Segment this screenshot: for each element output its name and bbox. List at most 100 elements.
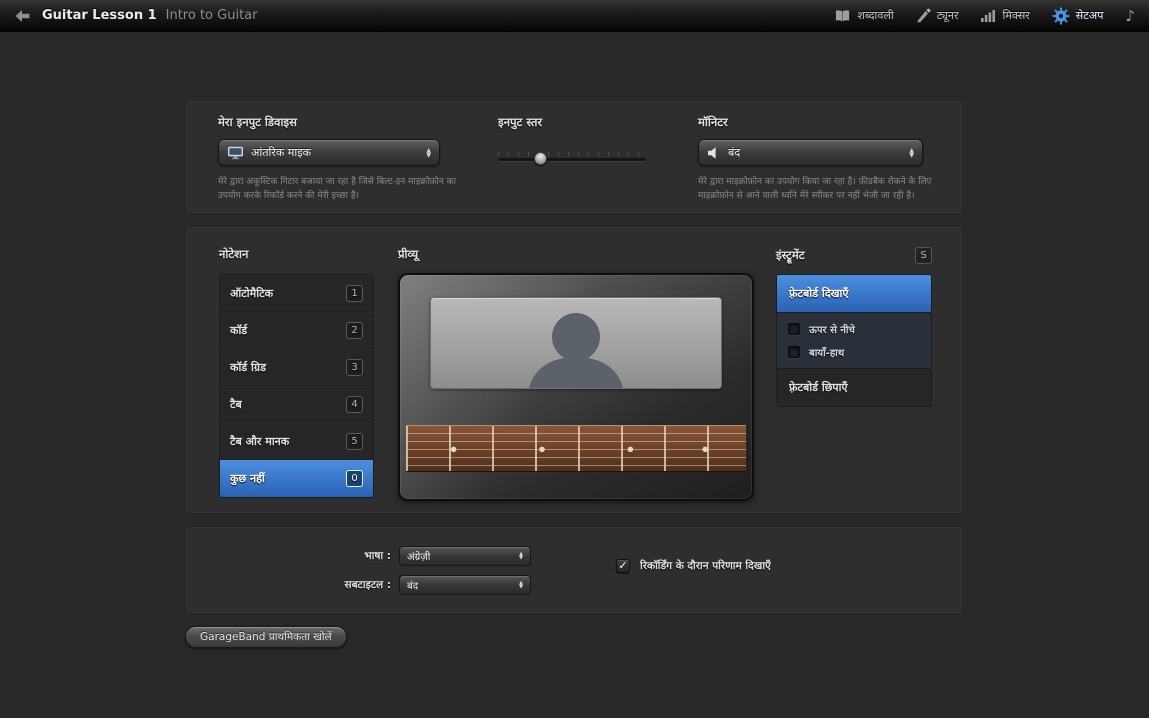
mixer-label: मिक्सर	[1002, 8, 1029, 23]
notation-option-chords[interactable]: कॉर्ड 2	[220, 312, 373, 349]
lesson-preview	[398, 273, 754, 501]
titlebar: Guitar Lesson 1 Intro to Guitar शब्दावली…	[0, 0, 1149, 32]
notation-list: ऑटोमैटिक 1 कॉर्ड 2 कॉर्ड ग्रिड 3 टैब 4 ट…	[219, 274, 374, 498]
fretboard-preview	[406, 425, 746, 472]
tuner-button[interactable]: ट्यूनर	[916, 8, 959, 23]
show-fretboard-label: फ़्रेटबोर्ड दिखाएँ	[789, 286, 849, 301]
slider-thumb[interactable]	[534, 152, 547, 165]
notation-option-tab-standard[interactable]: टैब और मानक 5	[220, 423, 373, 460]
subtitle-label: सबटाइटल :	[246, 578, 391, 592]
show-results-checkbox[interactable]	[616, 559, 630, 573]
input-level-group: इनपुट स्तर	[498, 115, 658, 161]
notation-option-automatic[interactable]: ऑटोमैटिक 1	[220, 275, 373, 312]
media-browser-button[interactable]: ♪	[1125, 7, 1135, 25]
open-preferences-label: GarageBand प्राथमिकता खोलें	[200, 630, 332, 644]
left-handed-option[interactable]: बायाँ-हाथ	[788, 345, 920, 359]
shortcut-key-badge: 5	[346, 433, 363, 450]
instrument-shortcut-badge: S	[915, 247, 932, 264]
glossary-label: शब्दावली	[857, 8, 893, 23]
back-arrow-icon	[14, 9, 32, 23]
fretboard-suboptions: ऊपर से नीचे बायाँ-हाथ	[777, 312, 931, 369]
instrument-options: फ़्रेटबोर्ड दिखाएँ ऊपर से नीचे बायाँ-हाथ…	[776, 274, 932, 407]
instrument-heading: इंस्ट्रूमेंट	[776, 248, 805, 263]
left-handed-label: बायाँ-हाथ	[809, 345, 844, 359]
mixer-button[interactable]: मिक्सर	[980, 8, 1029, 23]
monitor-value: बंद	[728, 145, 740, 160]
gear-icon	[1052, 7, 1070, 25]
notation-option-label: कॉर्ड ग्रिड	[230, 360, 266, 375]
input-device-description: मेरे द्वारा अकूस्टिक गिटार बजाया जा रहा …	[218, 176, 470, 204]
notation-group: नोटेशन ऑटोमैटिक 1 कॉर्ड 2 कॉर्ड ग्रिड 3 …	[219, 247, 374, 498]
input-device-heading: मेरा इनपुट डिवाइस	[218, 115, 470, 130]
lesson-title: Guitar Lesson 1	[42, 8, 157, 23]
glossary-button[interactable]: शब्दावली	[834, 8, 893, 23]
stepper-arrows-icon: ▲▼	[901, 148, 914, 158]
notation-heading: नोटेशन	[219, 247, 374, 262]
back-button[interactable]	[14, 9, 32, 23]
notation-option-none[interactable]: कुछ नहीं 0	[220, 460, 373, 497]
monitor-heading: मॉनिटर	[698, 115, 938, 130]
input-device-group: मेरा इनपुट डिवाइस आंतरिक माइक ▲▼ मेरे द्…	[218, 115, 470, 204]
notation-option-label: ऑटोमैटिक	[230, 286, 273, 301]
preview-heading: प्रीव्यू	[398, 247, 754, 262]
shortcut-key-badge: 2	[346, 322, 363, 339]
stepper-arrows-icon: ▲▼	[511, 581, 523, 590]
guitar-strings	[406, 426, 746, 471]
input-device-value: आंतरिक माइक	[251, 145, 311, 160]
mixer-icon	[980, 9, 996, 23]
show-results-option: रिकॉर्डिंग के दौरान परिणाम दिखाएँ	[616, 559, 771, 573]
notation-option-tab[interactable]: टैब 4	[220, 386, 373, 423]
notation-option-label: कुछ नहीं	[230, 471, 265, 486]
hide-fretboard-button[interactable]: फ़्रेटबोर्ड छिपाएँ	[777, 369, 931, 406]
teacher-video-placeholder	[430, 297, 722, 389]
left-handed-checkbox[interactable]	[788, 346, 800, 358]
setup-button[interactable]: सेटअप	[1052, 7, 1104, 25]
preview-group: प्रीव्यू	[398, 247, 754, 501]
shortcut-key-badge: 3	[346, 359, 363, 376]
show-fretboard-button[interactable]: फ़्रेटबोर्ड दिखाएँ	[777, 275, 931, 312]
notation-option-label: टैब	[230, 397, 242, 412]
input-settings-panel: मेरा इनपुट डिवाइस आंतरिक माइक ▲▼ मेरे द्…	[185, 100, 963, 214]
subtitle-row: सबटाइटल : बंद ▲▼	[246, 575, 531, 595]
notation-option-label: कॉर्ड	[230, 323, 247, 338]
person-silhouette-icon	[501, 297, 651, 389]
subtitle-dropdown[interactable]: बंद ▲▼	[399, 575, 531, 595]
show-results-label: रिकॉर्डिंग के दौरान परिणाम दिखाएँ	[640, 559, 771, 573]
input-device-dropdown[interactable]: आंतरिक माइक ▲▼	[218, 139, 440, 166]
hide-fretboard-label: फ़्रेटबोर्ड छिपाएँ	[789, 380, 848, 395]
language-value: अंग्रेज़ी	[407, 549, 430, 563]
shortcut-key-badge: 4	[346, 396, 363, 413]
input-level-slider[interactable]	[498, 152, 646, 161]
tuner-icon	[916, 8, 931, 23]
slider-track[interactable]	[498, 158, 646, 161]
lesson-options-panel: नोटेशन ऑटोमैटिक 1 कॉर्ड 2 कॉर्ड ग्रिड 3 …	[185, 226, 963, 514]
instrument-group: इंस्ट्रूमेंट S फ़्रेटबोर्ड दिखाएँ ऊपर से…	[776, 247, 932, 407]
top-down-option[interactable]: ऊपर से नीचे	[788, 322, 920, 336]
language-row: भाषा : अंग्रेज़ी ▲▼	[246, 546, 531, 566]
language-label: भाषा :	[246, 549, 391, 563]
monitor-group: मॉनिटर बंद ▲▼ मेरे द्वारा माइक्रोफ़ोन का…	[698, 115, 938, 204]
subtitle-value: बंद	[407, 578, 418, 592]
shortcut-key-badge: 0	[346, 470, 363, 487]
speaker-icon	[707, 146, 721, 160]
book-icon	[834, 9, 851, 23]
tuner-label: ट्यूनर	[937, 8, 959, 23]
setup-label: सेटअप	[1076, 8, 1104, 23]
open-preferences-button[interactable]: GarageBand प्राथमिकता खोलें	[185, 626, 347, 648]
language-settings-panel: भाषा : अंग्रेज़ी ▲▼ सबटाइटल : बंद ▲▼ रिक…	[185, 526, 963, 614]
shortcut-key-badge: 1	[346, 285, 363, 302]
titlebar-actions: शब्दावली ट्यूनर मिक्सर	[834, 7, 1135, 25]
language-dropdown[interactable]: अंग्रेज़ी ▲▼	[399, 546, 531, 566]
slider-ticks	[498, 152, 646, 156]
notation-option-chord-grid[interactable]: कॉर्ड ग्रिड 3	[220, 349, 373, 386]
stepper-arrows-icon: ▲▼	[418, 148, 431, 158]
monitor-description: मेरे द्वारा माइक्रोफ़ोन का उपयोग किया जा…	[698, 176, 938, 204]
top-down-checkbox[interactable]	[788, 323, 800, 335]
monitor-dropdown[interactable]: बंद ▲▼	[698, 139, 923, 166]
input-level-heading: इनपुट स्तर	[498, 115, 658, 130]
music-note-icon: ♪	[1125, 7, 1135, 25]
lesson-subtitle: Intro to Guitar	[166, 8, 258, 23]
notation-option-label: टैब और मानक	[230, 434, 289, 449]
top-down-label: ऊपर से नीचे	[809, 322, 855, 336]
display-icon	[227, 146, 244, 160]
